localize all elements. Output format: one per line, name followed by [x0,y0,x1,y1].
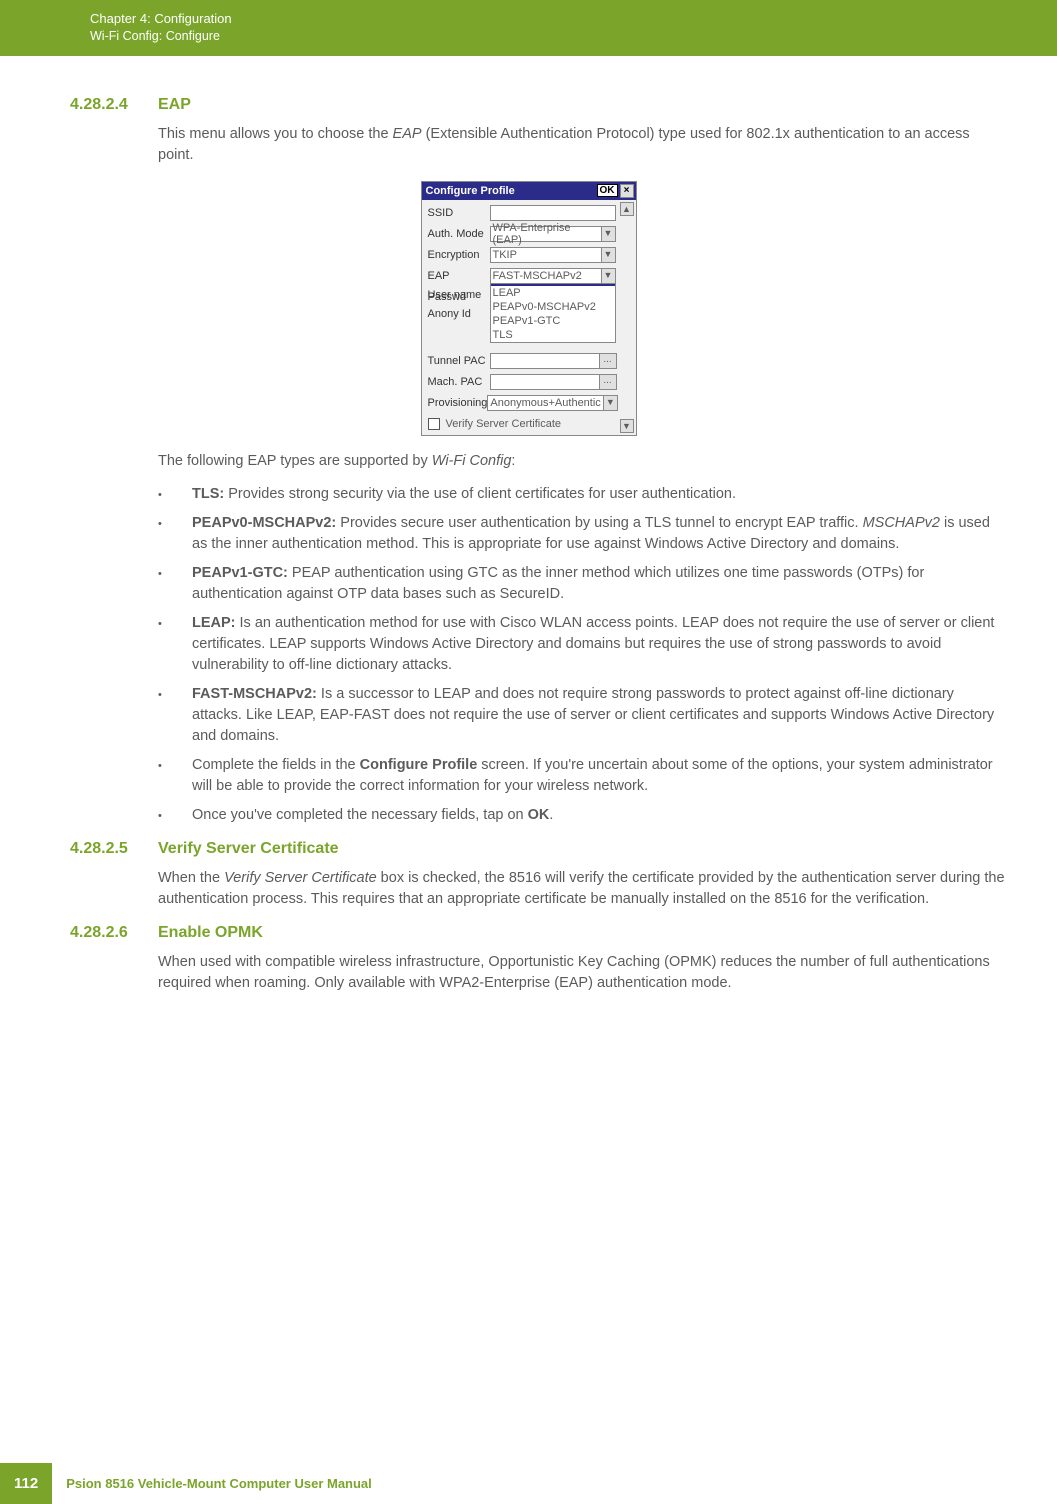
text-fragment: When the [158,870,224,886]
eap-combo[interactable]: FAST-MSCHAPv2 ▼ [490,268,616,284]
verify-cert-row[interactable]: Verify Server Certificate [428,415,616,433]
verify-cert-checkbox[interactable] [428,418,440,430]
section-body: When used with compatible wireless infra… [158,952,1007,994]
bullet-lead: FAST-MSCHAPv2: [192,686,317,702]
bullet-italic: MSCHAPv2 [863,515,940,531]
dialog-title-text: Configure Profile [426,185,597,197]
list-item: • FAST-MSCHAPv2: Is a successor to LEAP … [158,684,1007,747]
bullet-lead: LEAP: [192,615,236,631]
section-intro: This menu allows you to choose the EAP (… [158,124,1007,166]
mach-label: Mach. PAC [428,376,490,388]
auth-value: WPA-Enterprise (EAP) [493,222,599,246]
page-footer: 112 Psion 8516 Vehicle-Mount Computer Us… [0,1463,1057,1504]
ssid-input[interactable] [490,205,616,221]
list-item: • PEAPv0-MSCHAPv2: Provides secure user … [158,513,1007,555]
mach-input[interactable]: ... [490,374,616,390]
bullet-text: Provides strong security via the use of … [224,486,736,502]
auth-label: Auth. Mode [428,228,490,240]
ssid-label: SSID [428,207,490,219]
dialog-screenshot: Configure Profile OK × ▲ SSID Auth. Mode… [0,181,1057,436]
bullet-icon: • [158,805,192,826]
ok-button[interactable]: OK [597,184,618,197]
bullet-text: . [549,807,553,823]
auth-combo[interactable]: WPA-Enterprise (EAP)▼ [490,226,616,242]
text-italic: Wi-Fi Config [432,453,512,469]
tunnel-label: Tunnel PAC [428,355,490,367]
bullet-lead: PEAPv0-MSCHAPv2: [192,515,336,531]
browse-button[interactable]: ... [599,353,617,369]
list-item: • Complete the fields in the Configure P… [158,755,1007,797]
scroll-up-icon[interactable]: ▲ [620,202,634,216]
scroll-down-icon[interactable]: ▼ [620,419,634,433]
text-fragment: : [511,453,515,469]
chevron-down-icon[interactable]: ▼ [601,227,615,241]
configure-profile-dialog: Configure Profile OK × ▲ SSID Auth. Mode… [421,181,637,436]
page-content: 4.28.2.4 EAP This menu allows you to cho… [0,56,1057,994]
bullet-bold: OK [528,807,550,823]
bullet-icon: • [158,613,192,676]
verify-cert-label: Verify Server Certificate [446,418,562,430]
section-heading: 4.28.2.6 Enable OPMK [0,924,1057,942]
section-title: EAP [158,96,191,114]
bullet-text: PEAP authentication using GTC as the inn… [192,565,924,602]
section-title: Enable OPMK [158,924,263,942]
bullet-bold: Configure Profile [360,757,478,773]
section-title: Verify Server Certificate [158,840,339,858]
page-number: 112 [0,1463,52,1504]
bullet-text: Once you've completed the necessary fiel… [192,807,528,823]
tunnel-input[interactable]: ... [490,353,616,369]
bullet-list: • TLS: Provides strong security via the … [158,484,1007,826]
list-item: • PEAPv1-GTC: PEAP authentication using … [158,563,1007,605]
section-number: 4.28.2.6 [0,924,158,942]
enc-label: Encryption [428,249,490,261]
bullet-icon: • [158,563,192,605]
footer-text: Psion 8516 Vehicle-Mount Computer User M… [52,1476,372,1491]
intro-text: This menu allows you to choose the [158,126,393,142]
section-number: 4.28.2.4 [0,96,158,114]
text-italic: Verify Server Certificate [224,870,377,886]
chapter-subtitle: Wi-Fi Config: Configure [90,28,1057,46]
section-heading: 4.28.2.5 Verify Server Certificate [0,840,1057,858]
bullet-text: Complete the fields in the [192,757,360,773]
eap-value: FAST-MSCHAPv2 [493,270,582,282]
intro-italic: EAP [393,126,422,142]
prov-value: Anonymous+Authentic [490,397,600,409]
after-image-text: The following EAP types are supported by… [158,451,1007,472]
list-item: • Once you've completed the necessary fi… [158,805,1007,826]
enc-value: TKIP [493,249,517,261]
bullet-text: Is an authentication method for use with… [192,615,994,673]
list-item: • TLS: Provides strong security via the … [158,484,1007,505]
bullet-icon: • [158,684,192,747]
bullet-lead: PEAPv1-GTC: [192,565,288,581]
eap-label: EAP [428,270,490,282]
close-button[interactable]: × [620,184,634,198]
text-fragment: The following EAP types are supported by [158,453,432,469]
prov-combo[interactable]: Anonymous+Authentic▼ [487,395,617,411]
bullet-lead: TLS: [192,486,224,502]
section-heading: 4.28.2.4 EAP [0,96,1057,114]
list-item: • LEAP: Is an authentication method for … [158,613,1007,676]
enc-combo[interactable]: TKIP ▼ [490,247,616,263]
pass-label: Passwd [428,291,490,303]
chevron-down-icon[interactable]: ▼ [603,396,617,410]
dialog-body: ▲ SSID Auth. Mode WPA-Enterprise (EAP)▼ … [422,200,636,435]
bullet-text: Provides secure user authentication by u… [336,515,862,531]
chevron-down-icon[interactable]: ▼ [601,269,615,283]
prov-label: Provisioning [428,397,488,409]
bullet-icon: • [158,484,192,505]
bullet-icon: • [158,755,192,797]
browse-button[interactable]: ... [599,374,617,390]
chapter-header: Chapter 4: Configuration Wi-Fi Config: C… [0,0,1057,56]
chevron-down-icon[interactable]: ▼ [601,248,615,262]
dialog-titlebar: Configure Profile OK × [422,182,636,200]
section-number: 4.28.2.5 [0,840,158,858]
section-body: When the Verify Server Certificate box i… [158,868,1007,910]
bullet-icon: • [158,513,192,555]
anony-label: Anony Id [428,308,490,320]
chapter-title: Chapter 4: Configuration [90,10,1057,28]
